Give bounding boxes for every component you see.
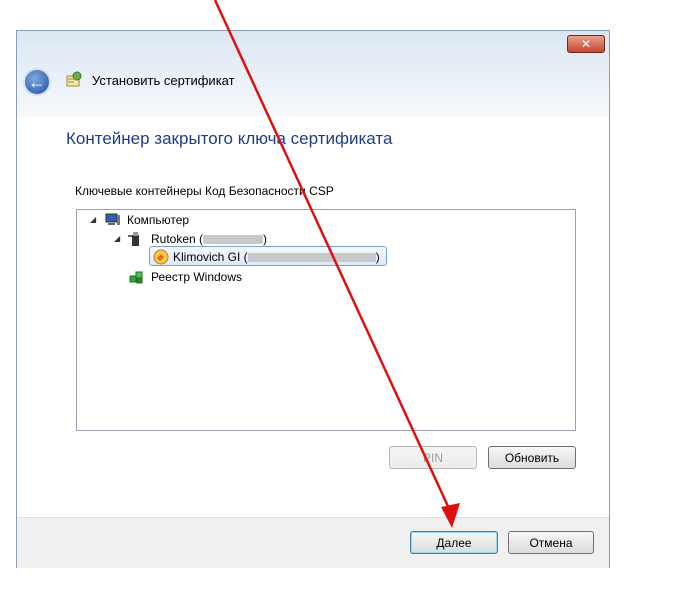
redacted-serial <box>203 235 264 245</box>
computer-icon <box>105 213 120 225</box>
back-button[interactable]: ← <box>23 68 51 96</box>
title-bar: ✕ ← Установить сертификат <box>17 31 609 117</box>
install-certificate-dialog: ✕ ← Установить сертификат Контейнер закр… <box>16 30 610 568</box>
close-button[interactable]: ✕ <box>567 35 605 53</box>
wizard-content: Контейнер закрытого ключа сертификата Кл… <box>17 117 609 517</box>
registry-icon <box>129 271 143 284</box>
tree-node-registry[interactable]: Реестр Windows <box>151 268 242 286</box>
certificate-wizard-icon <box>66 71 82 87</box>
wizard-title: Установить сертификат <box>92 73 235 88</box>
redacted-key-id <box>247 253 376 263</box>
cancel-button[interactable]: Отмена <box>508 531 594 554</box>
expand-rutoken-icon[interactable]: ◢ <box>114 234 120 243</box>
refresh-button[interactable]: Обновить <box>488 446 576 469</box>
token-icon <box>128 232 139 246</box>
tree-node-computer[interactable]: Компьютер <box>127 211 189 229</box>
page-heading: Контейнер закрытого ключа сертификата <box>66 129 393 148</box>
key-container-tree[interactable]: ◢ Компьютер ◢ Rutoken () Klimovich GI (… <box>76 209 576 431</box>
wizard-footer: Далее Отмена <box>17 517 609 568</box>
key-container-icon <box>153 249 169 265</box>
pin-button[interactable]: PIN <box>389 446 477 469</box>
back-arrow-icon: ← <box>28 71 46 92</box>
expand-computer-icon[interactable]: ◢ <box>90 215 96 224</box>
tree-caption: Ключевые контейнеры Код Безопасности CSP <box>75 184 334 198</box>
next-button[interactable]: Далее <box>410 531 498 554</box>
tree-node-key[interactable]: Klimovich GI () <box>173 248 380 266</box>
